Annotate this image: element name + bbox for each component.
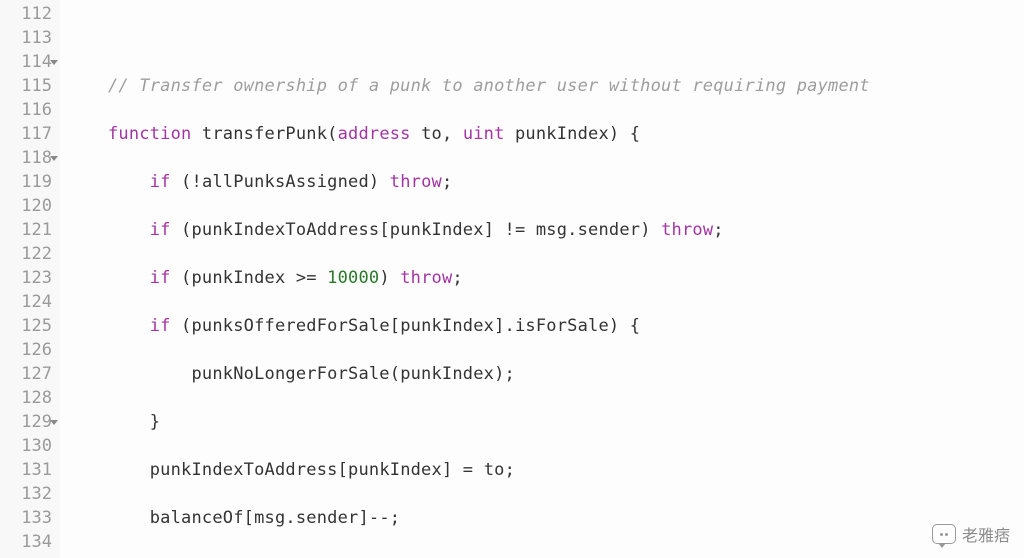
code-line: // Transfer ownership of a punk to anoth… bbox=[108, 74, 1024, 98]
keyword-if: if bbox=[150, 220, 171, 240]
keyword-if: if bbox=[150, 268, 171, 288]
line-number: 126 bbox=[0, 338, 52, 362]
line-number: 133 bbox=[0, 506, 52, 530]
identifier: punkIndex bbox=[400, 364, 494, 384]
type-uint: uint bbox=[463, 124, 505, 144]
line-number: 134 bbox=[0, 530, 52, 554]
code-line: if (punksOfferedForSale[punkIndex].isFor… bbox=[108, 314, 1024, 338]
code-line: if (punkIndexToAddress[punkIndex] != msg… bbox=[108, 218, 1024, 242]
keyword-throw: throw bbox=[390, 172, 442, 192]
identifier: punkIndexToAddress bbox=[192, 220, 380, 240]
code-line: punkNoLongerForSale(punkIndex); bbox=[108, 362, 1024, 386]
keyword-function: function bbox=[108, 124, 191, 144]
code-editor: 112 113 114 115 116 117 118 119 120 121 … bbox=[0, 0, 1024, 558]
line-number: 128 bbox=[0, 386, 52, 410]
line-number-gutter: 112 113 114 115 116 117 118 119 120 121 … bbox=[0, 0, 60, 558]
identifier: punkNoLongerForSale bbox=[191, 364, 389, 384]
identifier: punkIndex bbox=[400, 316, 494, 336]
number-literal: 10000 bbox=[327, 268, 379, 288]
identifier: punkIndex bbox=[390, 220, 484, 240]
line-number: 130 bbox=[0, 434, 52, 458]
comment: // Transfer ownership of a punk to anoth… bbox=[108, 76, 870, 96]
code-line: if (punkIndex >= 10000) throw; bbox=[108, 266, 1024, 290]
line-number: 132 bbox=[0, 482, 52, 506]
line-number: 112 bbox=[0, 2, 52, 26]
keyword-throw: throw bbox=[400, 268, 452, 288]
identifier: allPunksAssigned bbox=[202, 172, 369, 192]
keyword-if: if bbox=[150, 316, 171, 336]
identifier: balanceOf bbox=[150, 508, 244, 528]
type-address: address bbox=[338, 124, 411, 144]
identifier: punkIndex bbox=[192, 268, 286, 288]
code-line: balanceOf[to]++; bbox=[108, 554, 1024, 558]
identifier: to bbox=[484, 460, 505, 480]
line-number: 129 bbox=[0, 410, 52, 434]
code-line: balanceOf[msg.sender]--; bbox=[108, 506, 1024, 530]
line-number: 116 bbox=[0, 98, 52, 122]
line-number: 119 bbox=[0, 170, 52, 194]
param-punkindex: punkIndex bbox=[515, 124, 609, 144]
code-line bbox=[108, 26, 1024, 50]
code-line: if (!allPunksAssigned) throw; bbox=[108, 170, 1024, 194]
line-number: 122 bbox=[0, 242, 52, 266]
line-number: 118 bbox=[0, 146, 52, 170]
watermark-text: 老雅痞 bbox=[962, 522, 1010, 546]
keyword-if: if bbox=[150, 172, 171, 192]
line-number: 115 bbox=[0, 74, 52, 98]
code-line: punkIndexToAddress[punkIndex] = to; bbox=[108, 458, 1024, 482]
identifier: msg.sender bbox=[254, 508, 358, 528]
watermark: 老雅痞 bbox=[932, 522, 1010, 546]
line-number: 113 bbox=[0, 26, 52, 50]
line-number: 114 bbox=[0, 50, 52, 74]
keyword-throw: throw bbox=[661, 220, 713, 240]
identifier: msg.sender bbox=[536, 220, 640, 240]
line-number: 121 bbox=[0, 218, 52, 242]
line-number: 127 bbox=[0, 362, 52, 386]
function-name: transferPunk bbox=[202, 124, 327, 144]
line-number: 123 bbox=[0, 266, 52, 290]
code-line: function transferPunk(address to, uint p… bbox=[108, 122, 1024, 146]
line-number: 117 bbox=[0, 122, 52, 146]
identifier: punkIndex bbox=[348, 460, 442, 480]
line-number: 131 bbox=[0, 458, 52, 482]
identifier: isForSale bbox=[515, 316, 609, 336]
identifier: punksOfferedForSale bbox=[192, 316, 390, 336]
line-number: 125 bbox=[0, 314, 52, 338]
param-to: to bbox=[421, 124, 442, 144]
identifier: punkIndexToAddress bbox=[150, 460, 338, 480]
line-number: 124 bbox=[0, 290, 52, 314]
line-number: 120 bbox=[0, 194, 52, 218]
code-area[interactable]: // Transfer ownership of a punk to anoth… bbox=[60, 0, 1024, 558]
code-line: } bbox=[108, 410, 1024, 434]
wechat-icon bbox=[932, 524, 956, 544]
